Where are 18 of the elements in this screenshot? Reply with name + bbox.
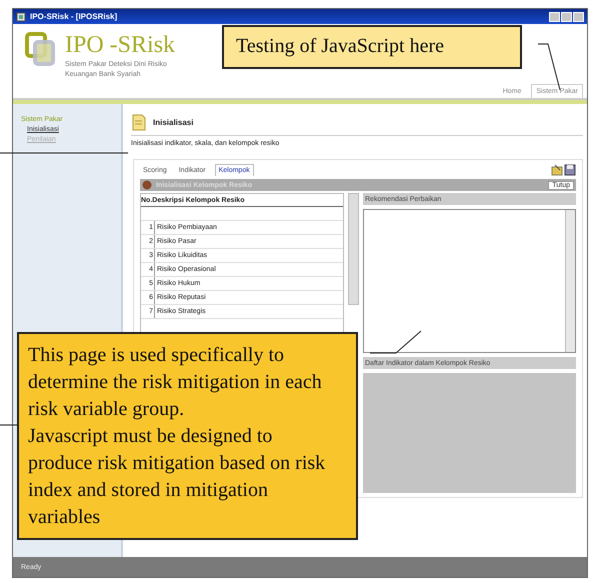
window-title: IPO-SRisk - [IPOSRisk]: [30, 12, 118, 21]
minimize-button[interactable]: [549, 12, 560, 22]
edit-icon[interactable]: [551, 164, 563, 176]
panel-icon: [142, 180, 152, 190]
annotation-callout: This page is used specifically to determine the risk mitigation in each risk variable group. Javascript must be designed to produce risk mitigation based on risk index and stored in mitigation variables: [17, 332, 358, 540]
leader-line: [0, 424, 18, 426]
close-button[interactable]: [573, 12, 584, 22]
save-icon[interactable]: [564, 164, 576, 176]
app-logo-text: IPO -SRisk: [65, 32, 176, 58]
logo-icon: [25, 32, 57, 68]
document-icon: [131, 114, 147, 131]
app-icon: [16, 12, 26, 22]
annotation-callout: Testing of JavaScript here: [222, 25, 522, 69]
recommendation-textarea[interactable]: [363, 209, 576, 353]
page-title: Inisialisasi: [153, 118, 194, 127]
maximize-button[interactable]: [561, 12, 572, 22]
leader-line: [370, 330, 422, 354]
scrollbar[interactable]: [348, 193, 359, 305]
